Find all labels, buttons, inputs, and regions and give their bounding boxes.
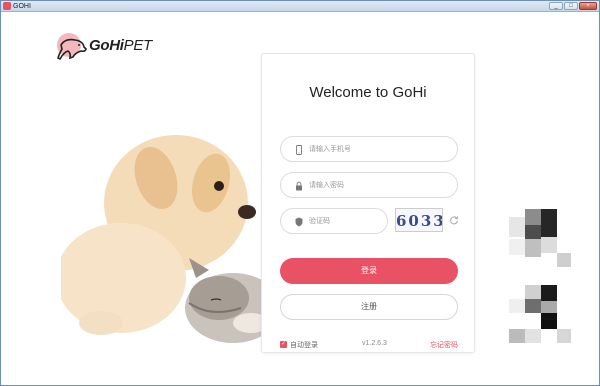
captcha-field[interactable] [280, 208, 449, 234]
close-button[interactable]: × [579, 2, 597, 10]
auto-login-label[interactable]: 自动登录 [290, 340, 318, 350]
dog-logo-icon [57, 38, 87, 61]
phone-input[interactable] [309, 141, 449, 157]
captcha-text: 6033 [396, 212, 443, 230]
app-icon [3, 2, 11, 10]
qr-code-blurred-2 [509, 285, 573, 345]
phone-field[interactable] [280, 136, 458, 162]
register-button[interactable]: 注册 [280, 294, 458, 320]
brand-logo: GoHiPET [55, 33, 155, 65]
title-bar: GOHI _ □ × [1, 1, 599, 12]
welcome-title: Welcome to GoHi [309, 84, 427, 101]
version-text: v1.2.6.3 [362, 340, 387, 347]
phone-icon [296, 145, 302, 155]
login-card: Welcome to GoHi 6033 登录 注册 ✓ 自动登录 [261, 53, 475, 353]
window-title: GOHI [13, 3, 31, 10]
qr-code-blurred [509, 209, 573, 269]
auto-login-checkbox[interactable]: ✓ [280, 341, 287, 348]
shield-icon [295, 217, 303, 227]
lock-icon [296, 181, 302, 191]
forgot-password-link[interactable]: 忘记密码 [430, 340, 458, 350]
captcha-image[interactable]: 6033 [395, 208, 443, 232]
window-controls: _ □ × [549, 2, 597, 10]
login-button[interactable]: 登录 [280, 258, 458, 284]
password-input[interactable] [309, 177, 449, 193]
puppy-kitten-illustration [61, 135, 271, 343]
minimize-button[interactable]: _ [549, 2, 563, 10]
main-content: GoHiPET Welcome to GoHi 请输入手机号 验证码 6033 … [1, 13, 599, 385]
refresh-icon[interactable] [449, 215, 459, 225]
maximize-button[interactable]: □ [564, 2, 578, 10]
logo-text: GoHiPET [89, 37, 152, 54]
app-window: GOHI _ □ × GoHiPET Welcome to GoHi 请输入手机… [0, 0, 600, 386]
login-footer: ✓ 自动登录 v1.2.6.3 忘记密码 [280, 340, 458, 350]
password-field[interactable] [280, 172, 458, 198]
